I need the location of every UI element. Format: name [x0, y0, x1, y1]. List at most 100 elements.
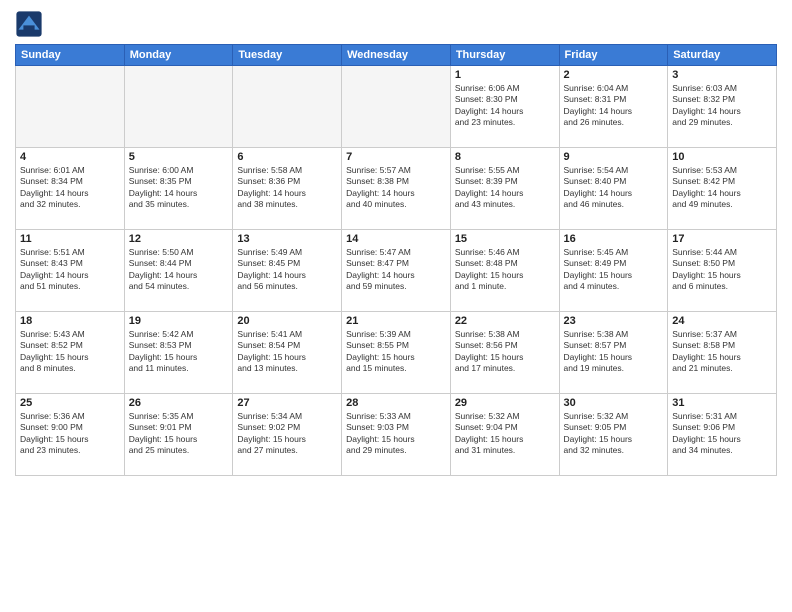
day-info: Sunrise: 5:36 AM Sunset: 9:00 PM Dayligh… — [20, 411, 120, 457]
day-number: 31 — [672, 397, 772, 409]
day-number: 13 — [237, 233, 337, 245]
day-info: Sunrise: 5:51 AM Sunset: 8:43 PM Dayligh… — [20, 247, 120, 293]
calendar-cell: 7Sunrise: 5:57 AM Sunset: 8:38 PM Daylig… — [342, 148, 451, 230]
calendar-cell — [124, 66, 233, 148]
day-number: 30 — [564, 397, 664, 409]
weekday-header-tuesday: Tuesday — [233, 45, 342, 66]
day-number: 12 — [129, 233, 229, 245]
day-info: Sunrise: 5:38 AM Sunset: 8:57 PM Dayligh… — [564, 329, 664, 375]
calendar-cell — [16, 66, 125, 148]
day-number: 4 — [20, 151, 120, 163]
calendar-cell: 24 Sunrise: 5:37 AM Sunset: 8:58 PM Dayli… — [668, 312, 777, 394]
day-number: 2 — [564, 69, 664, 81]
calendar-cell — [342, 66, 451, 148]
day-info: Sunrise: 5:32 AM Sunset: 9:05 PM Dayligh… — [564, 411, 664, 457]
week-row-1: 1 Sunrise: 6:06 AM Sunset: 8:30 PM Daylig… — [16, 66, 777, 148]
day-info: Sunrise: 5:38 AM Sunset: 8:56 PM Dayligh… — [455, 329, 555, 375]
day-number: 1 — [455, 69, 555, 81]
day-number: 27 — [237, 397, 337, 409]
day-info: Sunrise: 6:03 AM Sunset: 8:32 PM Dayligh… — [672, 83, 772, 129]
calendar-cell: 31 Sunrise: 5:31 AM Sunset: 9:06 PM Dayli… — [668, 394, 777, 476]
day-number: 16 — [564, 233, 664, 245]
day-number: 7 — [346, 151, 446, 163]
week-row-4: 18 Sunrise: 5:43 AM Sunset: 8:52 PM Dayli… — [16, 312, 777, 394]
day-number: 11 — [20, 233, 120, 245]
calendar-cell: 5Sunrise: 6:00 AM Sunset: 8:35 PM Daylig… — [124, 148, 233, 230]
weekday-header-sunday: Sunday — [16, 45, 125, 66]
calendar: SundayMondayTuesdayWednesdayThursdayFrid… — [15, 44, 777, 476]
day-number: 24 — [672, 315, 772, 327]
day-info: Sunrise: 5:39 AM Sunset: 8:55 PM Dayligh… — [346, 329, 446, 375]
day-info: Sunrise: 5:44 AM Sunset: 8:50 PM Dayligh… — [672, 247, 772, 293]
calendar-cell: 26 Sunrise: 5:35 AM Sunset: 9:01 PM Dayli… — [124, 394, 233, 476]
day-info: Sunrise: 5:53 AM Sunset: 8:42 PM Dayligh… — [672, 165, 772, 211]
day-number: 25 — [20, 397, 120, 409]
day-info: Sunrise: 5:37 AM Sunset: 8:58 PM Dayligh… — [672, 329, 772, 375]
day-number: 23 — [564, 315, 664, 327]
calendar-cell: 30 Sunrise: 5:32 AM Sunset: 9:05 PM Dayli… — [559, 394, 668, 476]
day-info: Sunrise: 6:04 AM Sunset: 8:31 PM Dayligh… — [564, 83, 664, 129]
day-info: Sunrise: 5:33 AM Sunset: 9:03 PM Dayligh… — [346, 411, 446, 457]
day-info: Sunrise: 5:34 AM Sunset: 9:02 PM Dayligh… — [237, 411, 337, 457]
weekday-header-saturday: Saturday — [668, 45, 777, 66]
day-number: 19 — [129, 315, 229, 327]
day-info: Sunrise: 5:41 AM Sunset: 8:54 PM Dayligh… — [237, 329, 337, 375]
calendar-cell — [233, 66, 342, 148]
calendar-cell: 2 Sunrise: 6:04 AM Sunset: 8:31 PM Daylig… — [559, 66, 668, 148]
calendar-cell: 14Sunrise: 5:47 AM Sunset: 8:47 PM Dayli… — [342, 230, 451, 312]
day-number: 20 — [237, 315, 337, 327]
calendar-cell: 17 Sunrise: 5:44 AM Sunset: 8:50 PM Dayli… — [668, 230, 777, 312]
day-number: 3 — [672, 69, 772, 81]
header — [15, 10, 777, 38]
day-info: Sunrise: 6:01 AM Sunset: 8:34 PM Dayligh… — [20, 165, 120, 211]
day-number: 26 — [129, 397, 229, 409]
day-number: 18 — [20, 315, 120, 327]
day-info: Sunrise: 5:50 AM Sunset: 8:44 PM Dayligh… — [129, 247, 229, 293]
day-info: Sunrise: 5:49 AM Sunset: 8:45 PM Dayligh… — [237, 247, 337, 293]
weekday-header-friday: Friday — [559, 45, 668, 66]
day-number: 9 — [564, 151, 664, 163]
logo-icon — [15, 10, 43, 38]
day-info: Sunrise: 5:31 AM Sunset: 9:06 PM Dayligh… — [672, 411, 772, 457]
day-info: Sunrise: 6:06 AM Sunset: 8:30 PM Dayligh… — [455, 83, 555, 129]
calendar-cell: 27 Sunrise: 5:34 AM Sunset: 9:02 PM Dayli… — [233, 394, 342, 476]
calendar-cell: 25 Sunrise: 5:36 AM Sunset: 9:00 PM Dayli… — [16, 394, 125, 476]
day-number: 15 — [455, 233, 555, 245]
day-info: Sunrise: 5:32 AM Sunset: 9:04 PM Dayligh… — [455, 411, 555, 457]
calendar-cell: 6 Sunrise: 5:58 AM Sunset: 8:36 PM Daylig… — [233, 148, 342, 230]
calendar-cell: 22 Sunrise: 5:38 AM Sunset: 8:56 PM Dayli… — [450, 312, 559, 394]
day-info: Sunrise: 5:42 AM Sunset: 8:53 PM Dayligh… — [129, 329, 229, 375]
day-number: 22 — [455, 315, 555, 327]
calendar-cell: 29Sunrise: 5:32 AM Sunset: 9:04 PM Dayli… — [450, 394, 559, 476]
weekday-header-wednesday: Wednesday — [342, 45, 451, 66]
day-info: Sunrise: 5:58 AM Sunset: 8:36 PM Dayligh… — [237, 165, 337, 211]
calendar-cell: 10 Sunrise: 5:53 AM Sunset: 8:42 PM Dayli… — [668, 148, 777, 230]
calendar-cell: 20 Sunrise: 5:41 AM Sunset: 8:54 PM Dayli… — [233, 312, 342, 394]
calendar-cell: 21Sunrise: 5:39 AM Sunset: 8:55 PM Dayli… — [342, 312, 451, 394]
calendar-cell: 4 Sunrise: 6:01 AM Sunset: 8:34 PM Daylig… — [16, 148, 125, 230]
day-number: 17 — [672, 233, 772, 245]
day-number: 28 — [346, 397, 446, 409]
day-info: Sunrise: 5:35 AM Sunset: 9:01 PM Dayligh… — [129, 411, 229, 457]
logo — [15, 10, 47, 38]
calendar-cell: 18 Sunrise: 5:43 AM Sunset: 8:52 PM Dayli… — [16, 312, 125, 394]
calendar-cell: 1 Sunrise: 6:06 AM Sunset: 8:30 PM Daylig… — [450, 66, 559, 148]
calendar-cell: 3 Sunrise: 6:03 AM Sunset: 8:32 PM Daylig… — [668, 66, 777, 148]
day-info: Sunrise: 5:43 AM Sunset: 8:52 PM Dayligh… — [20, 329, 120, 375]
calendar-cell: 8 Sunrise: 5:55 AM Sunset: 8:39 PM Daylig… — [450, 148, 559, 230]
calendar-cell: 23 Sunrise: 5:38 AM Sunset: 8:57 PM Dayli… — [559, 312, 668, 394]
day-number: 8 — [455, 151, 555, 163]
weekday-header-row: SundayMondayTuesdayWednesdayThursdayFrid… — [16, 45, 777, 66]
day-info: Sunrise: 6:00 AM Sunset: 8:35 PM Dayligh… — [129, 165, 229, 211]
calendar-cell: 28 Sunrise: 5:33 AM Sunset: 9:03 PM Dayli… — [342, 394, 451, 476]
day-info: Sunrise: 5:55 AM Sunset: 8:39 PM Dayligh… — [455, 165, 555, 211]
day-number: 6 — [237, 151, 337, 163]
week-row-3: 11 Sunrise: 5:51 AM Sunset: 8:43 PM Dayli… — [16, 230, 777, 312]
calendar-cell: 15Sunrise: 5:46 AM Sunset: 8:48 PM Dayli… — [450, 230, 559, 312]
week-row-5: 25 Sunrise: 5:36 AM Sunset: 9:00 PM Dayli… — [16, 394, 777, 476]
day-info: Sunrise: 5:54 AM Sunset: 8:40 PM Dayligh… — [564, 165, 664, 211]
calendar-cell: 12 Sunrise: 5:50 AM Sunset: 8:44 PM Dayli… — [124, 230, 233, 312]
calendar-cell: 16Sunrise: 5:45 AM Sunset: 8:49 PM Dayli… — [559, 230, 668, 312]
day-number: 10 — [672, 151, 772, 163]
week-row-2: 4 Sunrise: 6:01 AM Sunset: 8:34 PM Daylig… — [16, 148, 777, 230]
